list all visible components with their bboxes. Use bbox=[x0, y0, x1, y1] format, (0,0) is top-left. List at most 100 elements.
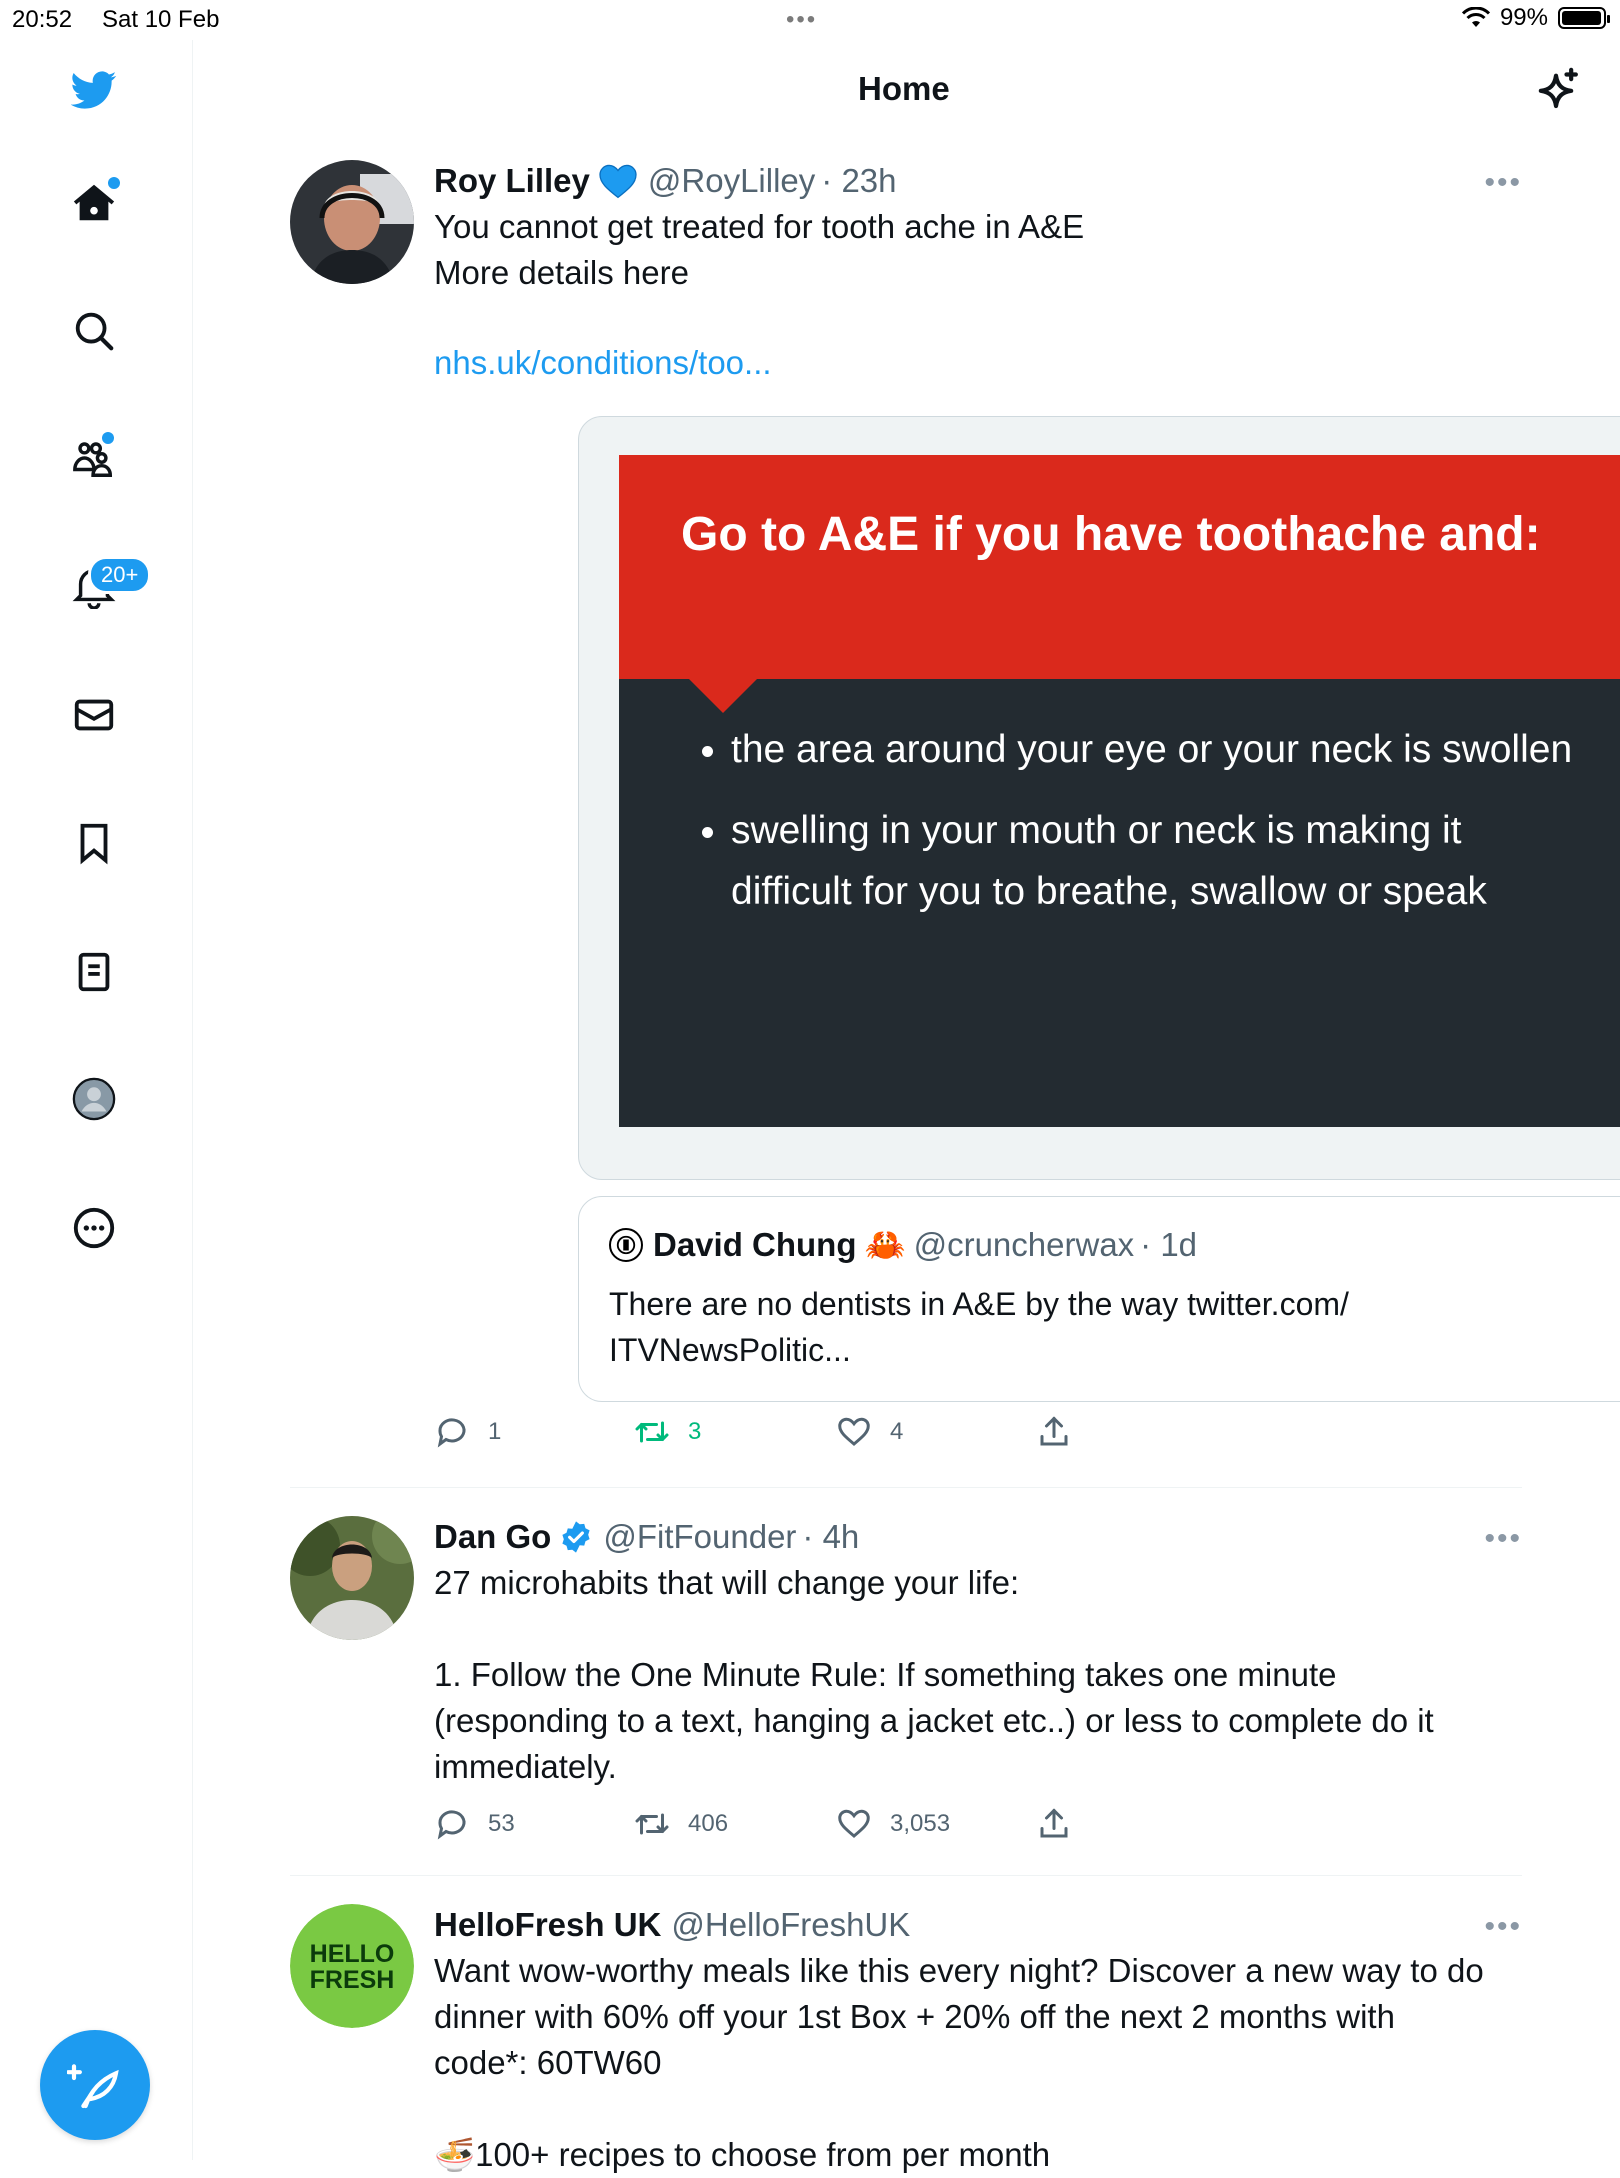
sidebar: 20+ bbox=[0, 40, 193, 2160]
quoted-tweet-header: David Chung 🦀 @cruncherwax · 1d bbox=[609, 1223, 1197, 1267]
tweet-actions: 53 406 3,053 bbox=[434, 1806, 1522, 1856]
heart-icon bbox=[838, 1809, 870, 1838]
twitter-logo-icon[interactable] bbox=[66, 62, 122, 118]
heart-icon bbox=[838, 1417, 870, 1446]
reply-count: 1 bbox=[488, 1418, 502, 1445]
communities-new-dot bbox=[102, 432, 114, 444]
tweet-time[interactable]: · 4h bbox=[802, 1516, 859, 1558]
notifications-badge: 20+ bbox=[88, 556, 152, 594]
retweet-button[interactable]: 3 bbox=[634, 1414, 701, 1450]
quoted-tweet[interactable]: David Chung 🦀 @cruncherwax · 1d There ar… bbox=[578, 1196, 1620, 1402]
avatar[interactable]: HELLO FRESH bbox=[290, 1904, 414, 2028]
tweet-header: HelloFresh UK @HelloFreshUK bbox=[434, 1904, 1522, 1946]
share-button[interactable] bbox=[1036, 1806, 1072, 1842]
wifi-icon bbox=[1461, 7, 1490, 27]
status-right: 99% bbox=[1461, 4, 1610, 32]
tweet[interactable]: Roy Lilley @RoyLilley · 23h ••• You cann… bbox=[290, 160, 1620, 1460]
crab-emoji: 🦀 bbox=[864, 1225, 906, 1263]
top-tweets-sparkle-icon[interactable] bbox=[1528, 64, 1584, 120]
retweet-count: 406 bbox=[688, 1810, 729, 1837]
infographic-heading: Go to A&E if you have toothache and: bbox=[681, 508, 1541, 561]
multitasking-dots[interactable]: ••• bbox=[786, 6, 817, 34]
share-icon bbox=[1040, 1416, 1068, 1446]
tweet-text: 27 microhabits that will change your lif… bbox=[434, 1564, 1434, 1785]
status-date: Sat 10 Feb bbox=[102, 6, 220, 33]
like-button[interactable]: 4 bbox=[836, 1414, 903, 1450]
tweet-divider bbox=[290, 1875, 1522, 1876]
search-icon[interactable] bbox=[66, 303, 122, 359]
retweet-icon bbox=[635, 1421, 669, 1443]
logo-text: HELLO bbox=[310, 1940, 395, 1968]
retweet-count: 3 bbox=[688, 1418, 702, 1445]
infographic-header: Go to A&E if you have toothache and: bbox=[619, 455, 1620, 679]
quoted-tweet-text: There are no dentists in A&E by the way … bbox=[609, 1286, 1349, 1368]
blue-heart-icon bbox=[598, 163, 638, 199]
like-count: 3,053 bbox=[890, 1810, 951, 1837]
svg-text:FRESH: FRESH bbox=[310, 1966, 395, 1994]
nhs-infographic: Go to A&E if you have toothache and: the… bbox=[619, 455, 1620, 1127]
timeline-header: Home bbox=[192, 40, 1620, 140]
verified-badge-icon bbox=[559, 1520, 593, 1554]
tweet-divider bbox=[290, 1487, 1522, 1488]
reply-icon bbox=[437, 1810, 466, 1840]
infographic-bullet: the area around your eye or your neck is… bbox=[731, 719, 1587, 780]
like-count: 4 bbox=[890, 1418, 904, 1445]
tweet-more-button[interactable]: ••• bbox=[1484, 1910, 1522, 1944]
tweet[interactable]: HELLO FRESH HelloFresh UK @HelloFreshUK … bbox=[290, 1904, 1522, 2173]
lists-icon[interactable] bbox=[66, 944, 122, 1000]
infographic-bullet: swelling in your mouth or neck is making… bbox=[731, 800, 1587, 922]
author-handle[interactable]: @FitFounder bbox=[603, 1516, 796, 1558]
retweet-icon bbox=[635, 1813, 669, 1835]
author-handle[interactable]: @RoyLilley bbox=[648, 160, 815, 202]
status-time: 20:52 bbox=[12, 6, 73, 33]
author-name[interactable]: Dan Go bbox=[434, 1516, 551, 1558]
messages-icon[interactable] bbox=[66, 687, 122, 743]
tweet-text-partial: 🍜100+ recipes to choose from per month bbox=[434, 2136, 1051, 2173]
tweet-text: Want wow-worthy meals like this every ni… bbox=[434, 1952, 1484, 2081]
author-name[interactable]: Roy Lilley bbox=[434, 160, 590, 202]
reply-button[interactable]: 1 bbox=[434, 1414, 501, 1450]
tweet-body: HelloFresh UK @HelloFreshUK ••• Want wow… bbox=[434, 1904, 1522, 2178]
tweet[interactable]: Dan Go @FitFounder · 4h ••• 27 microhabi… bbox=[290, 1516, 1522, 1856]
tweet-body: Roy Lilley @RoyLilley · 23h ••• You cann… bbox=[434, 160, 1620, 1448]
tweet-time[interactable]: · 23h bbox=[821, 160, 896, 202]
quoted-author-name: David Chung bbox=[653, 1226, 857, 1263]
quoted-author-handle: @cruncherwax bbox=[913, 1226, 1135, 1263]
tweet-link[interactable]: nhs.uk/conditions/too... bbox=[434, 340, 1522, 386]
link-card-image[interactable]: Go to A&E if you have toothache and: the… bbox=[578, 416, 1620, 1180]
retweet-button[interactable]: 406 bbox=[634, 1806, 728, 1842]
share-button[interactable] bbox=[1036, 1414, 1072, 1450]
share-icon bbox=[1040, 1808, 1068, 1838]
more-options-icon[interactable] bbox=[66, 1200, 122, 1256]
communities-icon[interactable] bbox=[66, 430, 122, 486]
infographic-pointer bbox=[689, 679, 757, 713]
tweet-header: Dan Go @FitFounder · 4h bbox=[434, 1516, 1522, 1558]
infographic-bullets: the area around your eye or your neck is… bbox=[681, 719, 1587, 942]
reply-count: 53 bbox=[488, 1810, 515, 1837]
like-button[interactable]: 3,053 bbox=[836, 1806, 950, 1842]
author-handle[interactable]: @HelloFreshUK bbox=[671, 1904, 910, 1946]
tweet-more-button[interactable]: ••• bbox=[1484, 166, 1522, 200]
bookmarks-icon[interactable] bbox=[66, 815, 122, 871]
tweet-body: Dan Go @FitFounder · 4h ••• 27 microhabi… bbox=[434, 1516, 1522, 1840]
status-bar: 20:52 Sat 10 Feb ••• 99% bbox=[0, 0, 1620, 40]
compose-feather-icon bbox=[67, 2064, 119, 2109]
avatar[interactable] bbox=[290, 1516, 414, 1640]
battery-icon bbox=[1558, 7, 1610, 29]
quoted-tweet-time: · 1d bbox=[1140, 1226, 1198, 1263]
compose-tweet-button[interactable] bbox=[40, 2030, 150, 2140]
profile-icon[interactable] bbox=[66, 1071, 122, 1127]
home-new-dot bbox=[108, 177, 120, 189]
home-icon[interactable] bbox=[66, 175, 122, 231]
tweet-text: You cannot get treated for tooth ache in… bbox=[434, 208, 1085, 291]
page-title: Home bbox=[858, 70, 950, 107]
quoted-avatar bbox=[609, 1228, 643, 1262]
battery-percent: 99% bbox=[1499, 4, 1548, 31]
tweet-header: Roy Lilley @RoyLilley · 23h bbox=[434, 160, 1522, 202]
tweet-more-button[interactable]: ••• bbox=[1484, 1522, 1522, 1556]
tweet-actions: 1 3 4 bbox=[434, 1414, 1522, 1464]
avatar[interactable] bbox=[290, 160, 414, 284]
reply-icon bbox=[437, 1418, 466, 1448]
reply-button[interactable]: 53 bbox=[434, 1806, 515, 1842]
author-name[interactable]: HelloFresh UK bbox=[434, 1904, 661, 1946]
